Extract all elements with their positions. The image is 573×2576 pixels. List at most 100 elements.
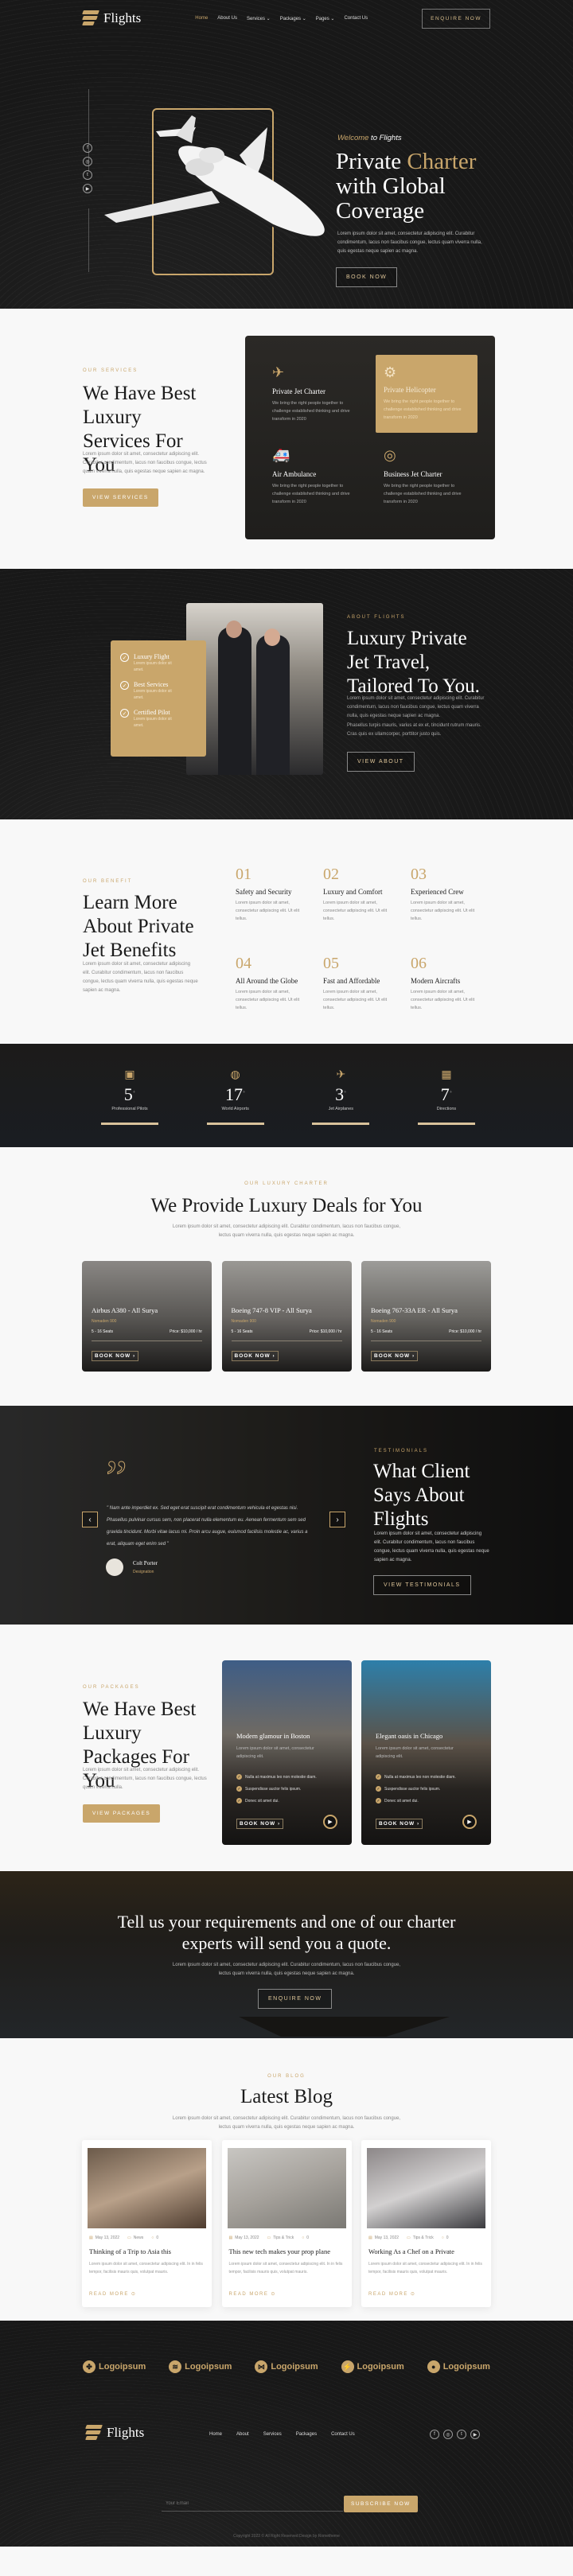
blog-card[interactable]: ▤ May 13, 2022 ▭ News ○ 0 Thinking of a Trip t…: [82, 2140, 212, 2307]
hero-description: Lorem ipsum dolor sit amet, consectetur …: [337, 232, 482, 254]
nav-item-contact[interactable]: Contact Us: [344, 16, 368, 21]
charter-book-now-button[interactable]: BOOK NOW ›: [92, 1351, 139, 1361]
service-item[interactable]: ✈ Private Jet Charter We bring the right…: [272, 364, 360, 423]
view-testimonials-button[interactable]: VIEW TESTIMONIALS: [373, 1575, 471, 1595]
charter-card-subtitle: Nomaden 900: [371, 1319, 396, 1324]
facebook-icon[interactable]: f: [430, 2430, 439, 2439]
view-about-button[interactable]: VIEW ABOUT: [347, 752, 415, 772]
business-person-icon: ◎: [384, 447, 396, 463]
site-logo[interactable]: Flights: [82, 10, 141, 27]
package-card-text: Lorem ipsum dolor sit amet, consectetur …: [236, 1746, 314, 1759]
read-more-link[interactable]: READ MORE ⊙: [89, 2291, 136, 2297]
footer-link-contact[interactable]: Contact Us: [331, 2432, 355, 2437]
service-item[interactable]: ◎ Business Jet Charter We bring the righ…: [384, 447, 471, 506]
benefit-number: 04: [236, 955, 251, 972]
blog-excerpt: Lorem ipsum dolor sit amet, consectetur …: [228, 2262, 343, 2274]
feature-text: Lorem ipsum dolor sit amet.: [134, 661, 172, 672]
package-card[interactable]: Modern glamour in Boston Lorem ipsum dolo…: [222, 1660, 352, 1845]
view-services-button[interactable]: VIEW SERVICES: [83, 488, 158, 507]
youtube-icon[interactable]: ▶: [83, 184, 92, 193]
nav-item-services[interactable]: Services ⌄: [247, 16, 271, 21]
charter-card-subtitle: Nomaden 900: [92, 1319, 117, 1324]
blog-title[interactable]: Thinking of a Trip to Asia this: [89, 2247, 171, 2255]
youtube-icon[interactable]: ▶: [470, 2430, 480, 2439]
packages-description: Lorem ipsum dolor sit amet, consectetur …: [83, 1768, 207, 1790]
footer-link-about[interactable]: About: [236, 2432, 249, 2437]
service-item-active[interactable]: ⚙ Private Helicopter We bring the right …: [376, 355, 477, 433]
charter-description: Lorem ipsum dolor sit amet, consectetur …: [172, 1224, 401, 1238]
prev-arrow-button[interactable]: ‹: [82, 1512, 98, 1527]
play-icon[interactable]: ▶: [323, 1815, 337, 1829]
logo-mark-icon: [82, 10, 100, 27]
cta-enquire-button[interactable]: ENQUIRE NOW: [258, 1989, 333, 2009]
feature-item: ✓ Luxury Flight Lorem ipsum dolor sit ame…: [120, 653, 197, 673]
service-text: We bring the right people together to ch…: [384, 484, 462, 504]
partner-name: Logoipsum: [271, 2362, 318, 2372]
charter-card[interactable]: Airbus A380 - All Surya Nomaden 900 5 - 16…: [82, 1261, 212, 1372]
email-input[interactable]: [162, 2496, 343, 2512]
gears-icon: ⚙: [384, 364, 397, 380]
category-meta[interactable]: ▭ Tips & Trick: [407, 2236, 434, 2240]
charter-card[interactable]: Boeing 767-33A ER - All Surya Nomaden 900…: [361, 1261, 491, 1372]
stat-suffix: +: [132, 1090, 136, 1095]
package-book-now-button[interactable]: BOOK NOW ›: [376, 1819, 423, 1829]
blog-excerpt: Lorem ipsum dolor sit amet, consectetur …: [89, 2262, 203, 2274]
view-packages-button[interactable]: VIEW PACKAGES: [83, 1804, 161, 1823]
nav-item-pages[interactable]: Pages ⌄: [316, 16, 335, 21]
twitter-icon[interactable]: t: [83, 170, 92, 180]
blog-card[interactable]: ▤ May 13, 2022 ▭ Tips & Trick ○ 0 This new tec…: [221, 2140, 352, 2307]
play-icon[interactable]: ▶: [462, 1815, 477, 1829]
nav-item-about[interactable]: About Us: [217, 16, 237, 21]
blog-section: OUR BLOG Latest Blog Lorem ipsum dolor s…: [0, 2038, 573, 2321]
stat-value-wrap: 7+: [418, 1084, 475, 1105]
twitter-icon[interactable]: t: [457, 2430, 466, 2439]
charter-eyebrow: OUR LUXURY CHARTER: [244, 1181, 329, 1186]
footer-link-home[interactable]: Home: [209, 2432, 222, 2437]
book-now-button[interactable]: BOOK NOW: [336, 267, 398, 287]
blog-title[interactable]: This new tech makes your prop plane: [229, 2247, 330, 2255]
blog-meta: ▤ May 13, 2022 ▭ Tips & Trick ○ 0: [368, 2236, 449, 2240]
category-meta[interactable]: ▭ Tips & Trick: [267, 2236, 294, 2240]
partner-name: Logoipsum: [442, 2362, 490, 2372]
charter-book-now-button[interactable]: BOOK NOW ›: [231, 1351, 279, 1361]
blog-card[interactable]: ▤ May 13, 2022 ▭ Tips & Trick ○ 0 Working As a…: [361, 2140, 491, 2307]
category-meta[interactable]: ▭ News: [127, 2236, 143, 2240]
service-item[interactable]: 🚑 Air Ambulance We bring the right peopl…: [272, 447, 360, 506]
check-icon: ✓: [120, 681, 129, 690]
blog-title[interactable]: Working As a Chef on a Private: [368, 2247, 454, 2255]
enquire-now-button[interactable]: ENQUIRE NOW: [422, 8, 490, 29]
read-more-link[interactable]: READ MORE ⊙: [229, 2291, 276, 2297]
charter-book-now-button[interactable]: BOOK NOW ›: [371, 1351, 419, 1361]
read-more-link[interactable]: READ MORE ⊙: [368, 2291, 415, 2297]
subscribe-button[interactable]: SUBSCRIBE NOW: [344, 2496, 418, 2512]
partner-logo: ⚡ Logoipsum: [341, 2360, 404, 2373]
facebook-icon[interactable]: f: [83, 143, 92, 153]
instagram-icon[interactable]: ◎: [443, 2430, 453, 2439]
footer-logo[interactable]: Flights: [85, 2424, 144, 2442]
stats-section: ▣ 5+ Professional Pilots ◍ 17+ World Airports…: [0, 1044, 573, 1147]
charter-card-price: Price: $10,000 / hr: [449, 1329, 481, 1334]
package-card[interactable]: Elegant oasis in Chicago Lorem ipsum dolo…: [361, 1660, 491, 1845]
partner-logo: ≋ Logoipsum: [169, 2360, 232, 2373]
footer-link-packages[interactable]: Packages: [296, 2432, 317, 2437]
check-icon: ✓: [236, 1798, 242, 1804]
services-panel: ✈ Private Jet Charter We bring the right…: [245, 336, 495, 539]
blog-title: Latest Blog: [240, 2086, 333, 2107]
nav-item-home[interactable]: Home: [195, 16, 208, 21]
package-card-title: Modern glamour in Boston: [236, 1732, 310, 1740]
next-arrow-button[interactable]: ›: [329, 1512, 345, 1527]
client-avatar: [106, 1558, 123, 1576]
feature-title: Luxury Flight: [134, 653, 170, 660]
package-feature: ✓ Suspendisse auctor felis ipsum.: [236, 1786, 301, 1792]
stat-suffix: +: [242, 1090, 246, 1095]
package-book-now-button[interactable]: BOOK NOW ›: [236, 1819, 284, 1829]
stat-item: ✈ 3+ Jet Airplanes: [312, 1068, 370, 1125]
partner-logo-icon: ⋈: [255, 2360, 268, 2373]
benefit-title: Luxury and Comfort: [323, 888, 383, 896]
footer-link-services[interactable]: Services: [263, 2432, 282, 2437]
nav-item-packages[interactable]: Packages ⌄: [280, 16, 306, 21]
instagram-icon[interactable]: ◎: [83, 157, 92, 166]
charter-card[interactable]: Boeing 747-8 VIP - All Surya Nomaden 900 5…: [221, 1261, 352, 1372]
stat-item: ◍ 17+ World Airports: [206, 1068, 264, 1125]
partner-logo-icon: ✤: [83, 2360, 96, 2373]
